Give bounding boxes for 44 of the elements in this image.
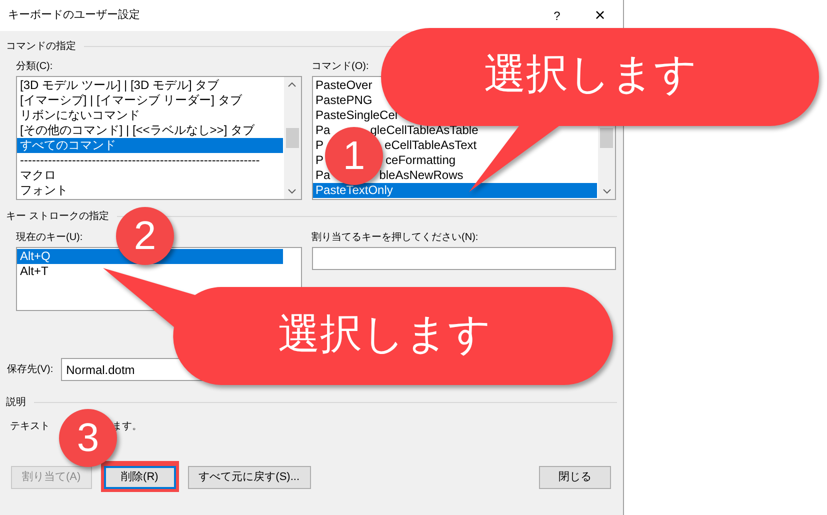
list-item[interactable]: Alt+T bbox=[17, 264, 52, 279]
scroll-down-icon[interactable] bbox=[602, 189, 610, 194]
list-item[interactable]: ------------------------------------------------------------ bbox=[17, 153, 263, 168]
list-item-text[interactable]: Pa bbox=[316, 123, 330, 138]
help-button[interactable]: ? bbox=[537, 0, 577, 31]
dialog-button[interactable]: 削除(R) bbox=[104, 466, 176, 489]
list-item[interactable]: リボンにないコマンド bbox=[17, 108, 143, 123]
callout-text: 選択します bbox=[278, 310, 491, 358]
input-field[interactable] bbox=[312, 247, 616, 270]
list-item-text[interactable]: P bbox=[316, 153, 324, 168]
list-item[interactable]: マクロ bbox=[17, 168, 59, 183]
scroll-thumb[interactable] bbox=[286, 128, 299, 148]
list-item[interactable]: PasteOver bbox=[312, 78, 376, 93]
list-item-text[interactable]: eCellTableAsText bbox=[384, 138, 477, 153]
list-item[interactable]: すべてのコマンド bbox=[17, 138, 283, 153]
list-item[interactable]: PasteSingleCel bbox=[312, 108, 401, 123]
dialog-button[interactable]: すべて元に戻す(S)... bbox=[188, 466, 311, 489]
list-item-text[interactable]: bleAsNewRows bbox=[379, 168, 464, 183]
scrollbar[interactable] bbox=[284, 77, 301, 199]
list-item[interactable]: フォント bbox=[17, 183, 71, 198]
list-item[interactable]: PastePNG bbox=[312, 93, 376, 108]
list-item[interactable]: PasteTextOnly bbox=[312, 183, 597, 198]
list-item[interactable]: [イマーシブ] | [イマーシブ リーダー] タブ bbox=[17, 93, 245, 108]
list-item[interactable]: [その他のコマンド] | [<<ラベルなし>>] タブ bbox=[17, 123, 258, 138]
field-label: 分類(C): bbox=[16, 60, 54, 74]
scroll-thumb[interactable] bbox=[600, 128, 613, 148]
section-title: コマンドの指定 bbox=[6, 40, 76, 54]
section-title: 説明 bbox=[6, 396, 26, 410]
scroll-up-icon[interactable] bbox=[288, 82, 296, 87]
scroll-down-icon[interactable] bbox=[288, 189, 296, 194]
field-label: 割り当てるキーを押してください(N): bbox=[312, 231, 480, 245]
window-title: キーボードのユーザー設定 bbox=[8, 8, 141, 24]
field-label: 保存先(V): bbox=[7, 362, 54, 377]
field-label: コマンド(O): bbox=[312, 60, 370, 74]
list-item[interactable]: [3D モデル ツール] | [3D モデル] タブ bbox=[17, 78, 222, 93]
list-item-text[interactable]: Pa bbox=[316, 168, 330, 183]
section-title: キー ストロークの指定 bbox=[6, 210, 109, 224]
list-item-text[interactable]: ceFormatting bbox=[386, 153, 456, 168]
close-button[interactable]: × bbox=[577, 0, 623, 31]
list-item-text[interactable]: P bbox=[316, 138, 324, 153]
callout-text: 選択します bbox=[484, 50, 697, 98]
description-text: テキスト bbox=[10, 420, 50, 434]
dialog-button[interactable]: 閉じる bbox=[539, 466, 611, 489]
list-item-text[interactable]: gleCellTableAsTable bbox=[370, 123, 478, 138]
